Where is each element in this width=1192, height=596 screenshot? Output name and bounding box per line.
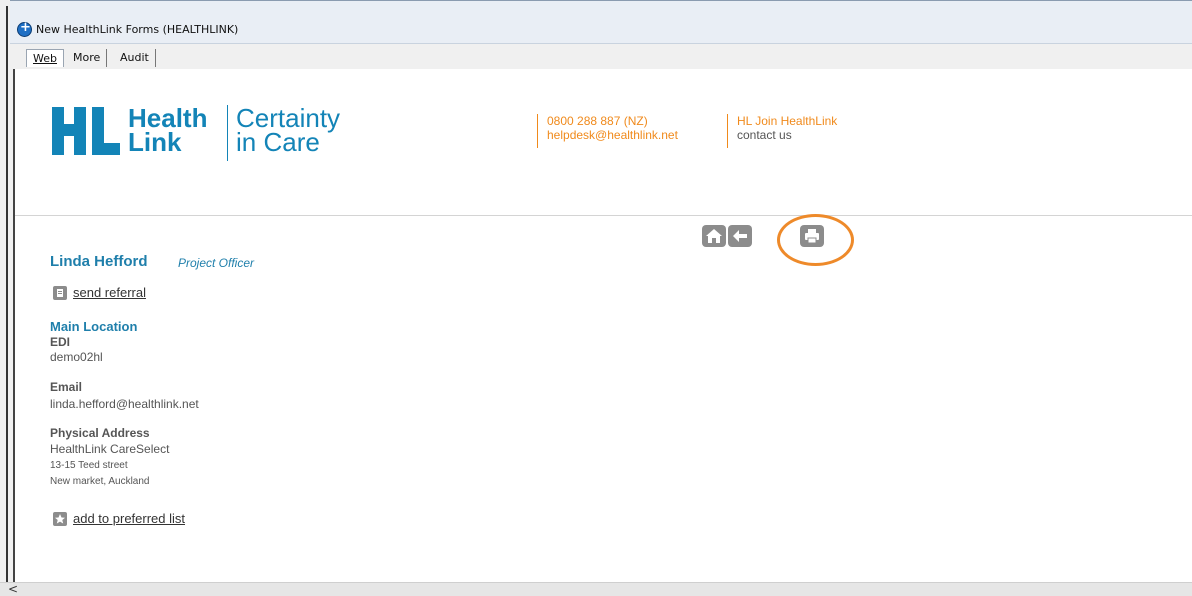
window-title: New HealthLink Forms (HEALTHLINK) — [36, 23, 239, 36]
edi-value: demo02hl — [50, 350, 103, 364]
add-preferred-link[interactable]: add to preferred list — [73, 511, 185, 526]
home-icon — [706, 229, 722, 243]
logo-divider — [227, 105, 228, 161]
app-globe-icon — [17, 20, 32, 37]
tab-web-label: Web — [33, 52, 57, 65]
document-icon — [53, 286, 67, 300]
tab-more-label: More — [73, 51, 101, 64]
tab-web[interactable]: Web — [26, 49, 64, 67]
edi-label: EDI — [50, 335, 71, 349]
print-highlight-circle — [777, 214, 854, 266]
address-line-2: 13-15 Teed street — [50, 460, 128, 471]
send-referral-link[interactable]: send referral — [73, 285, 146, 300]
main-location-heading: Main Location — [50, 319, 138, 334]
web-content: Health Link Certainty in Care 0800 288 8… — [13, 69, 1192, 583]
tab-bar: Web More Audit — [10, 45, 1192, 69]
home-button[interactable] — [702, 225, 726, 247]
address-line-3: New market, Auckland — [50, 476, 150, 487]
back-arrow-icon — [733, 230, 747, 242]
join-healthlink-link[interactable]: HL Join HealthLink — [737, 114, 837, 128]
desktop-edge — [0, 0, 10, 596]
header-divider — [15, 215, 1192, 216]
contact-us-link[interactable]: contact us — [737, 128, 837, 142]
app-window: New HealthLink Forms (HEALTHLINK) Web Mo… — [10, 0, 1192, 596]
tab-audit[interactable]: Audit — [114, 49, 156, 67]
helpdesk-contact: 0800 288 887 (NZ) helpdesk@healthlink.ne… — [537, 114, 678, 148]
hl-mark-icon — [52, 107, 120, 155]
scroll-left-arrow-icon[interactable]: < — [8, 582, 18, 596]
horizontal-scrollbar[interactable]: < — [0, 582, 1192, 596]
tab-more[interactable]: More — [67, 49, 108, 67]
title-bar: New HealthLink Forms (HEALTHLINK) — [10, 1, 1192, 44]
star-icon — [53, 512, 67, 526]
window-border — [6, 6, 8, 582]
person-name: Linda Hefford — [50, 253, 148, 270]
join-contact-block: HL Join HealthLink contact us — [727, 114, 837, 148]
person-title: Project Officer — [178, 256, 255, 270]
address-line-1: HealthLink CareSelect — [50, 442, 170, 456]
logo-brand-link: Link — [128, 127, 182, 157]
helpdesk-phone[interactable]: 0800 288 887 (NZ) — [547, 114, 678, 128]
back-button[interactable] — [728, 225, 752, 247]
healthlink-logo[interactable]: Health Link Certainty in Care — [52, 105, 382, 165]
logo-tagline-bottom: in Care — [236, 127, 320, 157]
email-label: Email — [50, 380, 83, 394]
helpdesk-email[interactable]: helpdesk@healthlink.net — [547, 128, 678, 142]
tab-audit-label: Audit — [120, 51, 149, 64]
physical-address-label: Physical Address — [50, 426, 150, 440]
email-value: linda.hefford@healthlink.net — [50, 397, 199, 411]
